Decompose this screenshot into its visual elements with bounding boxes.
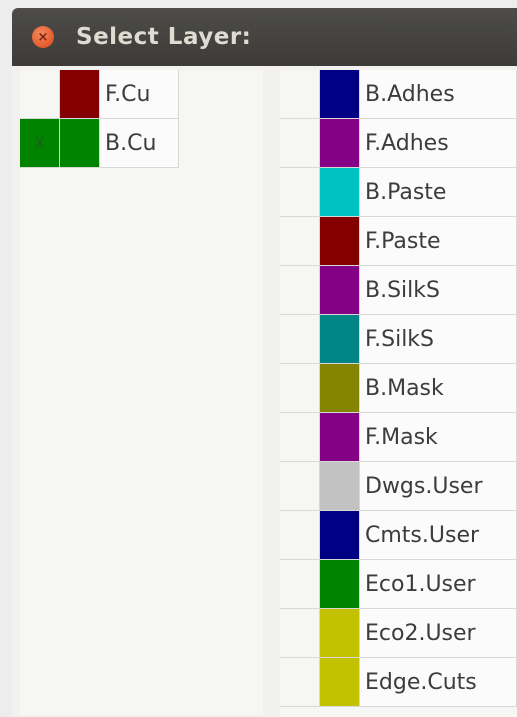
layer-selection-indicator[interactable]: X bbox=[20, 119, 60, 168]
layer-color-swatch[interactable] bbox=[320, 119, 360, 168]
layer-row-b-cu[interactable]: X B.Cu bbox=[20, 119, 263, 168]
layer-selection-indicator[interactable] bbox=[280, 315, 320, 364]
layer-selection-indicator[interactable] bbox=[280, 266, 320, 315]
layer-color-swatch[interactable] bbox=[320, 70, 360, 119]
layer-row-b-adhes[interactable]: B.Adhes bbox=[280, 70, 517, 119]
layer-selector-content: F.Cu X B.Cu B.Adhes F.Adhes B.Paste F.Paste B.… bbox=[12, 66, 517, 717]
title-bar: × Select Layer: bbox=[12, 8, 517, 66]
layer-row-b-paste[interactable]: B.Paste bbox=[280, 168, 517, 217]
layer-selection-indicator[interactable] bbox=[280, 462, 320, 511]
window-title: Select Layer: bbox=[76, 24, 252, 50]
layer-selection-indicator[interactable] bbox=[280, 119, 320, 168]
layer-color-swatch[interactable] bbox=[320, 217, 360, 266]
layer-name-label[interactable]: B.Cu bbox=[100, 119, 179, 168]
layer-color-swatch[interactable] bbox=[320, 364, 360, 413]
layer-name-label[interactable]: B.Paste bbox=[360, 168, 517, 217]
layer-name-label[interactable]: Eco1.User bbox=[360, 560, 517, 609]
layer-row-f-paste[interactable]: F.Paste bbox=[280, 217, 517, 266]
layer-name-label[interactable]: F.SilkS bbox=[360, 315, 517, 364]
layer-name-label[interactable]: F.Paste bbox=[360, 217, 517, 266]
technical-layer-list: B.Adhes F.Adhes B.Paste F.Paste B.SilkS F.Sil… bbox=[280, 70, 517, 717]
layer-name-label[interactable]: B.Adhes bbox=[360, 70, 517, 119]
layer-row-eco1-user[interactable]: Eco1.User bbox=[280, 560, 517, 609]
layer-selection-indicator[interactable] bbox=[280, 168, 320, 217]
layer-color-swatch[interactable] bbox=[320, 413, 360, 462]
layer-name-label[interactable]: Edge.Cuts bbox=[360, 658, 517, 707]
layer-row-b-silks[interactable]: B.SilkS bbox=[280, 266, 517, 315]
layer-name-label[interactable]: Cmts.User bbox=[360, 511, 517, 560]
layer-selection-indicator[interactable] bbox=[280, 70, 320, 119]
layer-selection-indicator[interactable] bbox=[280, 609, 320, 658]
layer-name-label[interactable]: Dwgs.User bbox=[360, 462, 517, 511]
layer-color-swatch[interactable] bbox=[320, 560, 360, 609]
layer-name-label[interactable]: Eco2.User bbox=[360, 609, 517, 658]
layer-color-swatch[interactable] bbox=[320, 511, 360, 560]
layer-row-b-mask[interactable]: B.Mask bbox=[280, 364, 517, 413]
layer-row-eco2-user[interactable]: Eco2.User bbox=[280, 609, 517, 658]
layer-selection-indicator[interactable] bbox=[280, 364, 320, 413]
layer-selection-indicator[interactable] bbox=[20, 70, 60, 119]
layer-row-f-silks[interactable]: F.SilkS bbox=[280, 315, 517, 364]
layer-color-swatch[interactable] bbox=[320, 168, 360, 217]
layer-row-edge-cuts[interactable]: Edge.Cuts bbox=[280, 658, 517, 707]
layer-selection-indicator[interactable] bbox=[280, 658, 320, 707]
layer-color-swatch[interactable] bbox=[320, 462, 360, 511]
layer-row-dwgs-user[interactable]: Dwgs.User bbox=[280, 462, 517, 511]
close-icon[interactable]: × bbox=[32, 26, 54, 48]
layer-selection-indicator[interactable] bbox=[280, 511, 320, 560]
layer-color-swatch[interactable] bbox=[320, 266, 360, 315]
layer-name-label[interactable]: F.Mask bbox=[360, 413, 517, 462]
layer-row-f-adhes[interactable]: F.Adhes bbox=[280, 119, 517, 168]
layer-color-swatch[interactable] bbox=[320, 609, 360, 658]
layer-row-f-mask[interactable]: F.Mask bbox=[280, 413, 517, 462]
layer-color-swatch[interactable] bbox=[60, 119, 100, 168]
layer-selection-indicator[interactable] bbox=[280, 413, 320, 462]
layer-name-label[interactable]: F.Adhes bbox=[360, 119, 517, 168]
layer-selection-indicator[interactable] bbox=[280, 217, 320, 266]
layer-name-label[interactable]: F.Cu bbox=[100, 70, 179, 119]
layer-name-label[interactable]: B.SilkS bbox=[360, 266, 517, 315]
layer-color-swatch[interactable] bbox=[320, 658, 360, 707]
layer-name-label[interactable]: B.Mask bbox=[360, 364, 517, 413]
copper-layer-list: F.Cu X B.Cu bbox=[20, 70, 263, 715]
layer-selection-indicator[interactable] bbox=[280, 560, 320, 609]
layer-row-f-cu[interactable]: F.Cu bbox=[20, 70, 263, 119]
layer-color-swatch[interactable] bbox=[60, 70, 100, 119]
layer-row-cmts-user[interactable]: Cmts.User bbox=[280, 511, 517, 560]
layer-color-swatch[interactable] bbox=[320, 315, 360, 364]
